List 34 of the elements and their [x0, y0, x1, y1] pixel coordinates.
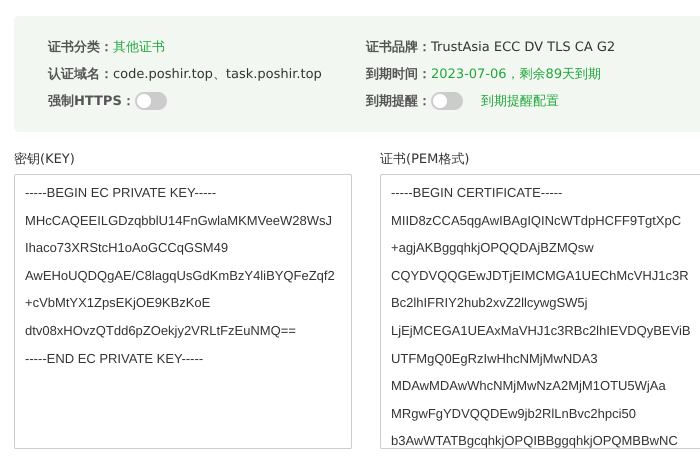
field-label: 强制HTTPS： — [48, 93, 135, 110]
toggle-switch[interactable] — [134, 92, 167, 110]
text-line: -----BEGIN EC PRIVATE KEY----- — [25, 184, 218, 202]
text-line: MHcCAQEEILGDzqbblU14FnGwlaMKMVeeW28WsJ — [25, 212, 334, 230]
field-label: 到期时间： — [366, 66, 431, 83]
text-line: AwEHoUQDQgAE/C8lagqUsGdKmBzY4liBYQFeZqf2 — [25, 266, 336, 285]
text-line: MDAwMDAwWhcNMjMwNzA2MjM1OTU5WjAa — [391, 377, 667, 396]
certificate-text-area[interactable] — [380, 174, 700, 449]
text-line: MRgwFgYDVQQDEw9jb2RlLnBvc2hpci50 — [391, 404, 637, 423]
field-label: 证书品牌： — [366, 39, 431, 56]
text-line: b3AwWTATBgcqhkjOPQIBBggqhkjOPQMBBwNC — [391, 432, 679, 448]
field-label: 认证域名： — [48, 66, 113, 83]
text-line: +agjAKBggqhkjOPQQDAjBZMQsw — [391, 239, 595, 258]
text-line: -----END EC PRIVATE KEY----- — [25, 350, 204, 368]
text-line: MIID8zCCA5qgAwIBAgIQINcWTdpHCFF9TgtXpC — [391, 212, 682, 230]
toggle-switch[interactable] — [431, 92, 463, 110]
text-line: Bc2lhIFRIY2hub2xvZ2llcywgSW5j — [391, 294, 589, 312]
field-label: 证书分类： — [48, 39, 113, 56]
text-line: CQYDVQQGEwJDTjEIMCMGA1UEChMcVHJ1c3R — [391, 266, 690, 285]
field-value: code.poshir.top、task.poshir.top — [113, 66, 322, 83]
field-label: 到期提醒： — [366, 93, 431, 110]
text-line: Ihaco73XRStcH1oAoGCCqGSM49 — [25, 239, 230, 258]
field-value: 其他证书 — [113, 39, 165, 56]
text-line: +cVbMtYX1ZpsEKjOE9KBzKoE — [25, 294, 212, 312]
text-line: LjEjMCEGA1UEAxMaVHJ1c3RBc2lhIEVDQyBEViB — [391, 322, 692, 340]
text-line: dtv08xHOvzQTdd6pZOekjy2VRLtFzEuNMQ== — [25, 322, 297, 340]
field-label: 密钥(KEY) — [14, 151, 76, 169]
key-text-area[interactable] — [14, 174, 352, 449]
reminder-settings-link[interactable]: 到期提醒配置 — [481, 92, 559, 110]
field-label: 证书(PEM格式) — [380, 151, 470, 169]
text-line: UTFMgQ0EgRzIwHhcNMjMwNDA3 — [391, 350, 599, 368]
field-value: 2023-07-06，剩余89天到期 — [431, 66, 602, 83]
text-line: -----BEGIN CERTIFICATE----- — [391, 184, 564, 202]
field-value: TrustAsia ECC DV TLS CA G2 — [431, 40, 616, 54]
